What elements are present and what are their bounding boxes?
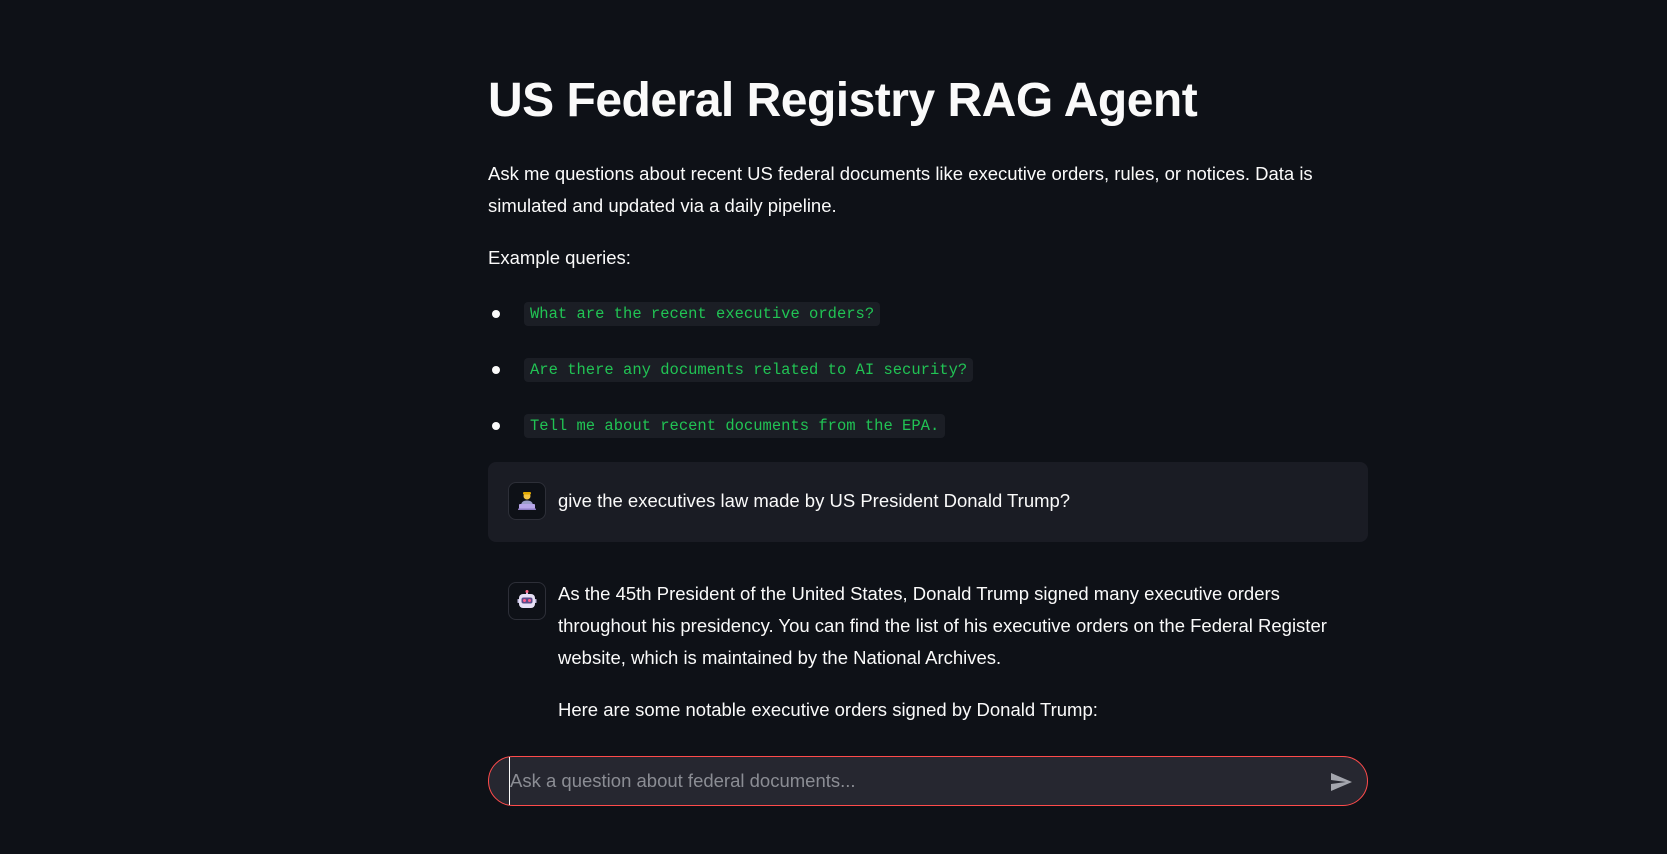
send-button[interactable] — [1327, 768, 1355, 796]
chat-input[interactable] — [509, 757, 1310, 805]
assistant-message-content: As the 45th President of the United Stat… — [558, 578, 1348, 746]
examples-label: Example queries: — [488, 247, 631, 268]
user-avatar-icon — [508, 482, 546, 520]
example-query-item: Are there any documents related to AI se… — [488, 356, 974, 384]
bullet-icon — [492, 366, 500, 374]
example-query-code: Tell me about recent documents from the … — [524, 414, 946, 438]
example-queries-list: What are the recent executive orders? Ar… — [488, 300, 974, 468]
user-message-text: give the executives law made by US Presi… — [558, 490, 1071, 511]
user-message: give the executives law made by US Presi… — [488, 462, 1368, 542]
chat-input-container — [488, 756, 1368, 806]
assistant-paragraph: Here are some notable executive orders s… — [558, 699, 1098, 720]
example-query-code: What are the recent executive orders? — [524, 302, 881, 326]
intro-text: Ask me questions about recent US federal… — [488, 163, 1313, 216]
example-query-item: Tell me about recent documents from the … — [488, 412, 973, 440]
example-query-code: Are there any documents related to AI se… — [524, 358, 974, 382]
robot-avatar-icon — [508, 582, 546, 620]
page-title: US Federal Registry RAG Agent — [488, 74, 1198, 127]
assistant-paragraph: As the 45th President of the United Stat… — [558, 583, 1327, 668]
bullet-icon — [492, 310, 500, 318]
example-query-item: What are the recent executive orders? — [488, 300, 973, 328]
bullet-icon — [492, 422, 500, 430]
send-icon — [1331, 773, 1352, 791]
